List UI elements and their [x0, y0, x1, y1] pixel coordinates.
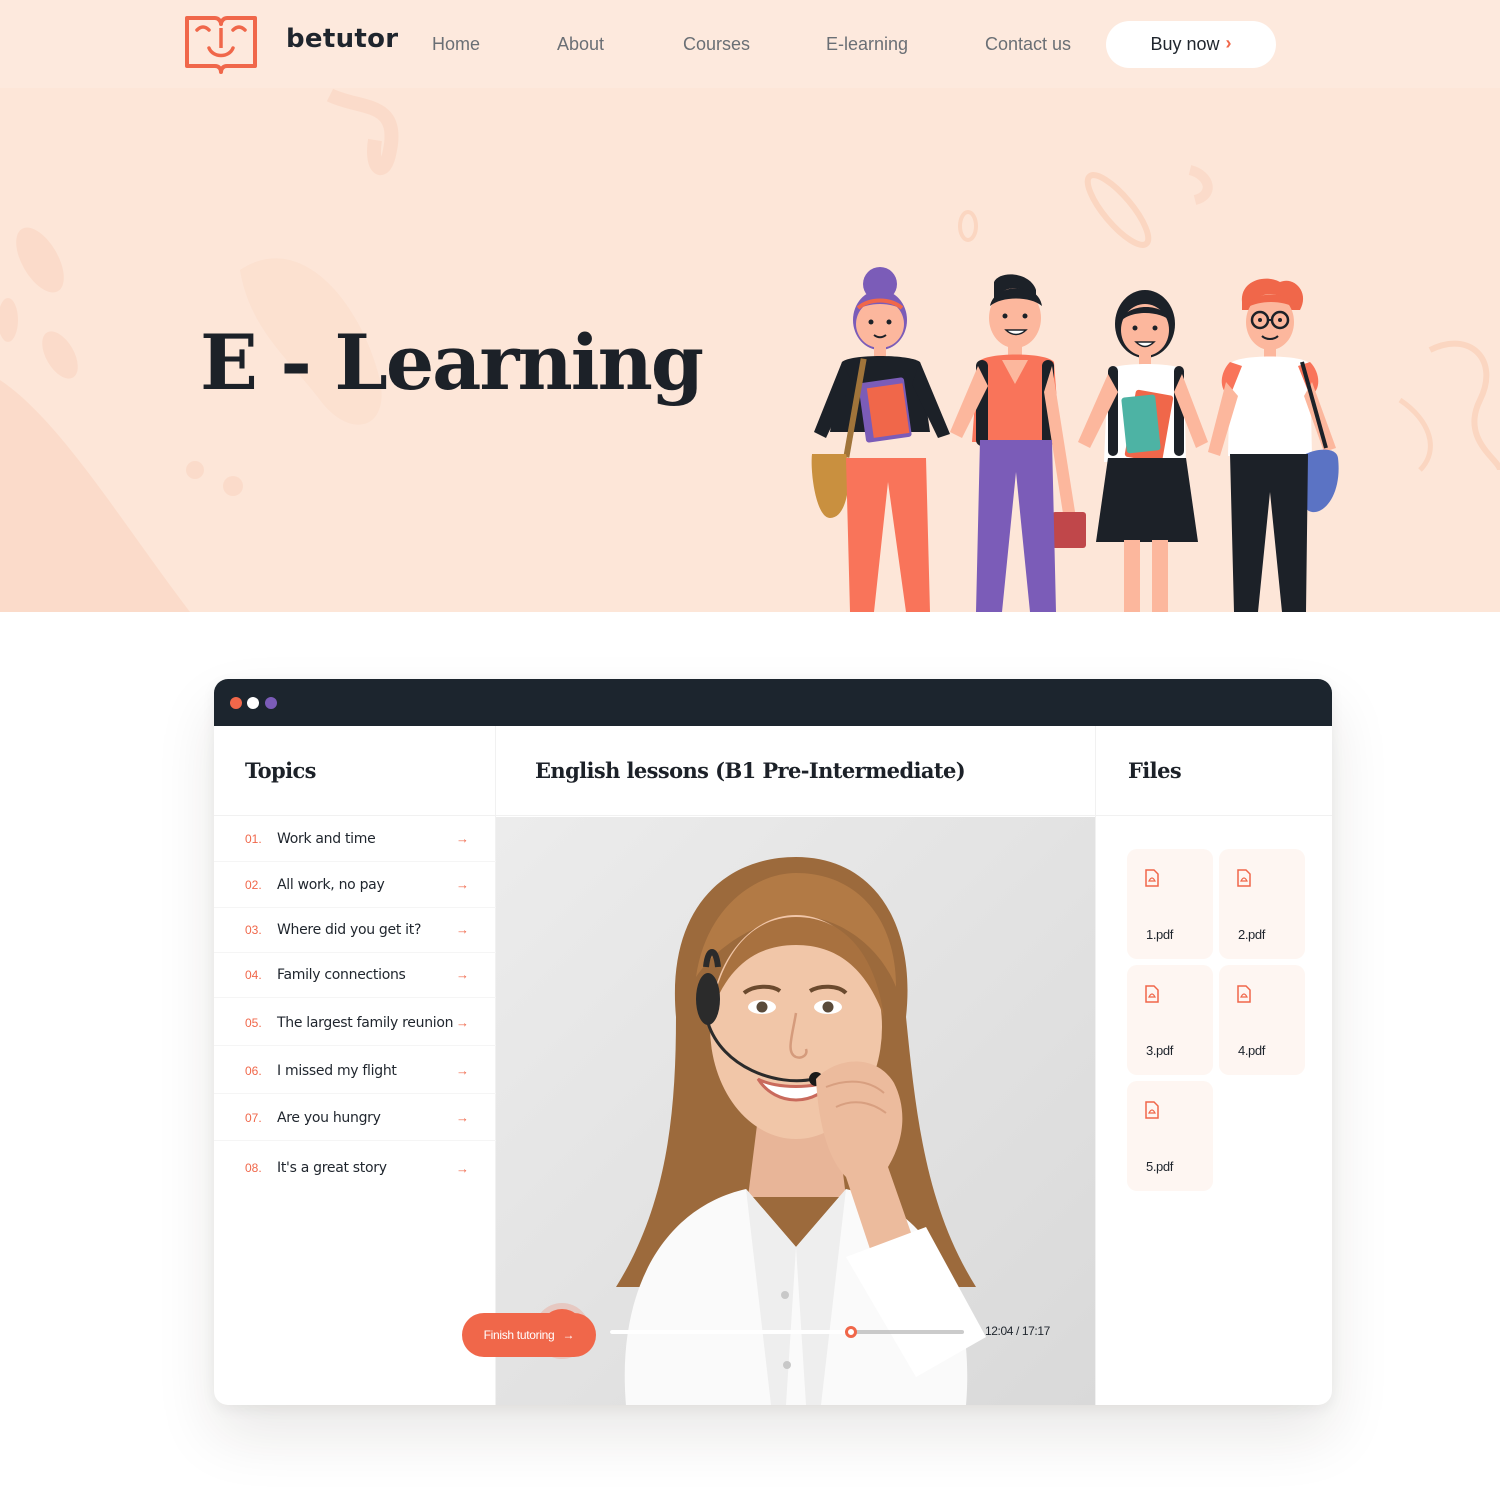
lesson-app-window: Topics 01. Work and time → 02. All work,… — [214, 679, 1332, 1405]
topic-number: 03. — [245, 922, 262, 937]
video-time: 12:04 / 17:17 — [985, 1324, 1050, 1338]
hero-section: betutor Home About Courses E-learning Co… — [0, 0, 1500, 612]
nav-about[interactable]: About — [557, 34, 604, 55]
pdf-file-icon — [1237, 985, 1251, 1003]
topic-label: Work and time — [277, 830, 376, 847]
open-book-face-icon[interactable] — [183, 14, 259, 74]
progress-handle[interactable] — [844, 1326, 857, 1338]
file-card[interactable]: 1.pdf — [1127, 849, 1213, 959]
topics-header: Topics — [214, 726, 495, 816]
brand-name[interactable]: betutor — [286, 24, 398, 54]
file-card[interactable]: 3.pdf — [1127, 965, 1213, 1075]
arrow-right-icon: → — [456, 1110, 469, 1125]
nav-e-learning[interactable]: E-learning — [826, 34, 908, 55]
student-2-figure — [950, 274, 1086, 612]
window-dot-close[interactable] — [230, 697, 242, 709]
arrow-right-icon: → — [456, 967, 469, 982]
topic-label: All work, no pay — [277, 876, 385, 893]
video-progress-slider[interactable] — [610, 1326, 964, 1338]
lesson-heading: English lessons (B1 Pre-Intermediate) — [535, 758, 966, 783]
finish-tutoring-label: Finish tutoring — [483, 1328, 555, 1342]
files-panel: Files 1.pdf 2.pdf 3.pdf 4.pdf 5.pdf — [1095, 726, 1332, 1405]
four-students-illustration — [811, 267, 1339, 612]
topic-item[interactable]: 06. I missed my flight → — [214, 1048, 496, 1094]
window-dot-minimize[interactable] — [247, 697, 259, 709]
arrow-right-icon: → — [456, 1063, 469, 1078]
student-4-figure — [1208, 278, 1339, 612]
topics-heading: Topics — [245, 758, 317, 783]
arrow-right-icon: → — [456, 1015, 469, 1030]
topic-number: 01. — [245, 831, 262, 846]
pdf-file-icon — [1145, 985, 1159, 1003]
pdf-file-icon — [1237, 869, 1251, 887]
topic-number: 07. — [245, 1110, 262, 1125]
lesson-header: English lessons (B1 Pre-Intermediate) — [496, 726, 1095, 816]
topic-label: I missed my flight — [277, 1062, 397, 1079]
file-card[interactable]: 2.pdf — [1219, 849, 1305, 959]
topic-label: It's a great story — [277, 1160, 387, 1176]
topic-item[interactable]: 01. Work and time → — [214, 816, 496, 862]
finish-tutoring-button[interactable]: Finish tutoring → — [462, 1313, 596, 1357]
pdf-file-icon — [1145, 1101, 1159, 1119]
pdf-file-icon — [1145, 869, 1159, 887]
file-name: 5.pdf — [1146, 1159, 1173, 1174]
hero-title: E - Learning — [200, 318, 704, 407]
file-card[interactable]: 4.pdf — [1219, 965, 1305, 1075]
file-name: 2.pdf — [1238, 927, 1265, 942]
nav-contact-us[interactable]: Contact us — [985, 34, 1071, 55]
nav-home[interactable]: Home — [432, 34, 480, 55]
chevron-right-icon: › — [1225, 33, 1232, 53]
topic-item[interactable]: 07. Are you hungry → — [214, 1095, 496, 1141]
topic-label: Where did you get it? — [277, 921, 422, 938]
topics-panel: Topics 01. Work and time → 02. All work,… — [214, 726, 496, 1405]
arrow-right-icon: → — [456, 877, 469, 892]
file-name: 1.pdf — [1146, 927, 1173, 942]
topic-item[interactable]: 05. The largest family reunion → — [214, 1000, 496, 1046]
files-heading: Files — [1128, 758, 1182, 783]
topic-label: The largest family reunion — [277, 1014, 454, 1031]
lesson-panel: English lessons (B1 Pre-Intermediate) 12… — [496, 726, 1095, 1405]
window-title-bar — [214, 679, 1332, 726]
file-card[interactable]: 5.pdf — [1127, 1081, 1213, 1191]
window-dot-maximize[interactable] — [265, 697, 277, 709]
topic-number: 06. — [245, 1063, 262, 1078]
topic-number: 05. — [245, 1015, 262, 1030]
student-3-figure — [1078, 290, 1208, 612]
topic-item[interactable]: 04. Family connections → — [214, 952, 496, 998]
files-header: Files — [1096, 726, 1332, 816]
buy-now-label: Buy now — [1150, 34, 1220, 54]
buy-now-button[interactable]: Buy now › — [1106, 21, 1276, 68]
topic-number: 08. — [245, 1161, 262, 1175]
file-name: 4.pdf — [1238, 1043, 1265, 1058]
topic-label: Are you hungry — [277, 1109, 381, 1126]
topic-number: 02. — [245, 877, 262, 892]
topic-item[interactable]: 02. All work, no pay → — [214, 862, 496, 908]
student-1-figure — [811, 267, 950, 612]
arrow-right-icon: → — [456, 831, 469, 846]
file-name: 3.pdf — [1146, 1043, 1173, 1058]
topic-item[interactable]: 08. It's a great story → — [214, 1145, 496, 1191]
nav-courses[interactable]: Courses — [683, 34, 750, 55]
arrow-right-icon: → — [562, 1328, 575, 1342]
topic-number: 04. — [245, 967, 262, 982]
progress-fill — [610, 1330, 851, 1334]
topic-item[interactable]: 03. Where did you get it? → — [214, 907, 496, 953]
topic-label: Family connections — [277, 966, 406, 983]
arrow-right-icon: → — [456, 922, 469, 937]
arrow-right-icon: → — [456, 1160, 469, 1176]
